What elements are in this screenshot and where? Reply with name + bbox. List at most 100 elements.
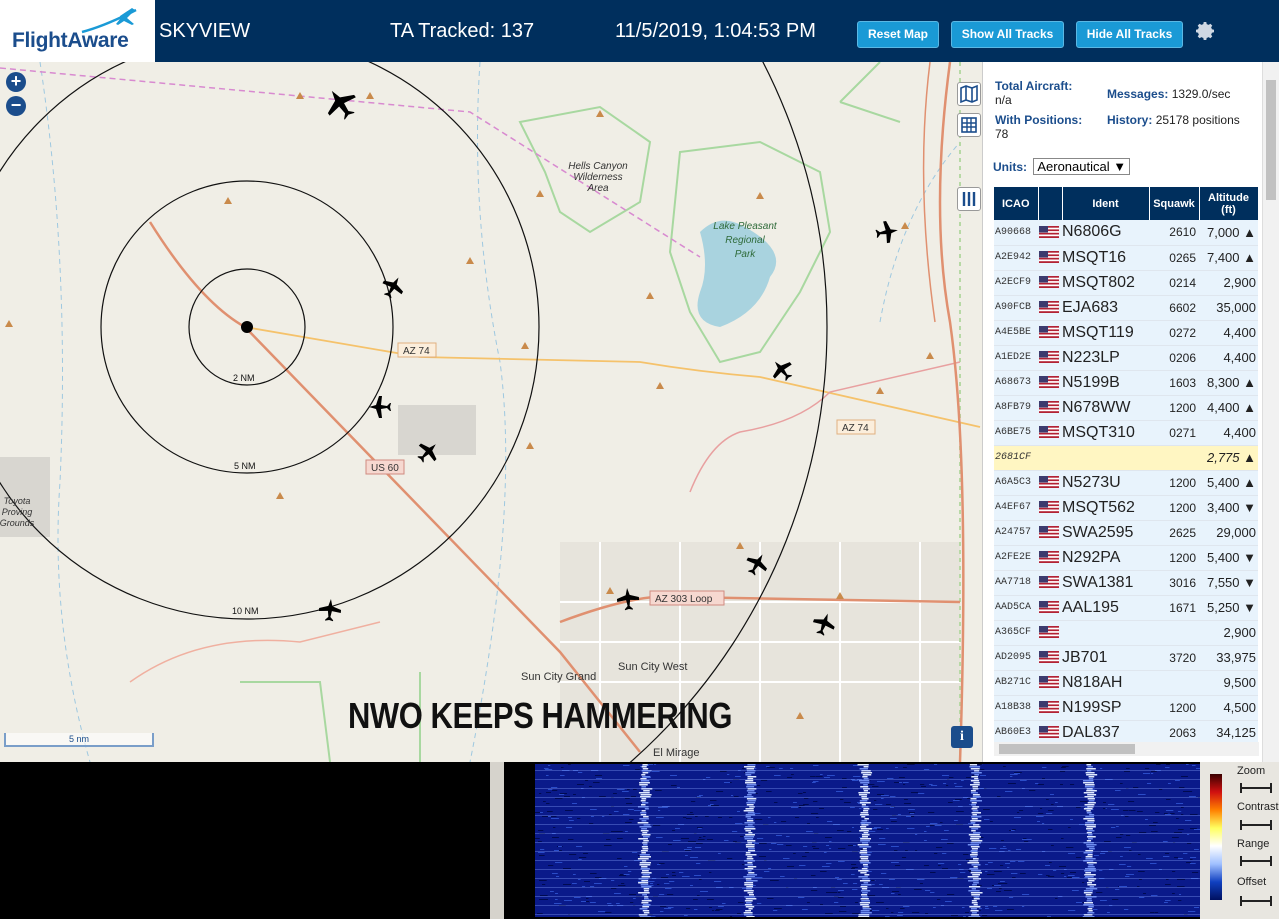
spectrogram-speck [825,837,832,838]
spectrogram-speck [816,817,819,818]
spectrogram-speck [768,817,771,818]
gear-icon[interactable] [1193,19,1217,43]
spectrogram-speck [947,843,954,844]
spectrogram-speck [1076,807,1081,808]
spectrogram-speck [1166,764,1170,765]
spectrogram-signal [747,818,754,820]
table-row[interactable]: A6BE75 MSQT310 0271 4,400 [994,420,1258,446]
spectrogram-signal [1083,808,1093,810]
scale-bar: 5 nm [4,733,154,747]
horizontal-scrollbar[interactable] [994,742,1259,756]
spectrogram-signal [970,768,980,770]
col-icao[interactable]: ICAO [994,187,1039,220]
altitude-cell: 7,400 ▲ [1199,245,1258,271]
table-row[interactable]: A68673 N5199B 1603 8,300 ▲ [994,370,1258,396]
map-layers-button[interactable] [957,82,981,106]
table-row[interactable]: A6A5C3 N5273U 1200 5,400 ▲ [994,470,1258,496]
show-all-tracks-button[interactable]: Show All Tracks [951,21,1064,48]
spectrogram-speck [953,800,960,801]
grid-button[interactable] [957,113,981,137]
spectrogram-signal [1089,848,1095,850]
spectrogram-speck [839,911,847,912]
spectrogram-speck [836,791,844,792]
spectrogram-speck [538,830,544,831]
table-row[interactable]: A90FCB EJA683 6602 35,000 [994,295,1258,321]
spectrogram-speck [1166,810,1174,811]
zoom-in-button[interactable]: + [6,72,26,92]
spectrogram-speck [1063,771,1066,772]
spectrogram-speck [729,817,733,818]
zoom-out-button[interactable]: − [6,96,26,116]
table-row[interactable]: A18B38 N199SP 1200 4,500 [994,695,1258,721]
table-row[interactable]: 2681CF 2,775 ▲ [994,445,1258,471]
range-slider[interactable] [1240,856,1272,866]
spectrogram-speck [672,872,676,873]
table-row[interactable]: A4E5BE MSQT119 0272 4,400 [994,320,1258,346]
contrast-slider[interactable] [1240,820,1272,830]
table-row[interactable]: A2FE2E N292PA 1200 5,400 ▼ [994,545,1258,571]
spectrogram-speck [1020,780,1027,781]
hide-all-tracks-button[interactable]: Hide All Tracks [1076,21,1183,48]
offset-slider[interactable] [1240,896,1272,906]
spectrogram-speck [852,913,860,914]
logo-text: FlightAware [12,29,129,52]
reset-map-button[interactable]: Reset Map [857,21,939,48]
spectrogram-speck [648,885,654,886]
col-ident[interactable]: Ident [1062,187,1150,220]
spectrogram-signal [747,812,755,814]
spectrogram-speck [1016,849,1022,850]
table-row[interactable]: A90668 N6806G 2610 7,000 ▲ [994,220,1258,246]
spectrogram-signal [1086,810,1091,812]
spectrogram-signal [1087,802,1096,804]
table-row[interactable]: A365CF 2,900 [994,620,1258,646]
spectrogram-speck [781,821,787,822]
table-row[interactable]: A8FB79 N678WW 1200 4,400 ▲ [994,395,1258,421]
waterfall-divider[interactable] [490,762,504,919]
spectrogram-speck [1124,909,1129,910]
spectrogram-speck [619,875,627,876]
spectrogram-speck [999,888,1002,889]
spectrogram-signal [643,844,648,846]
spectrogram-speck [851,868,856,869]
spectrogram-signal [641,852,646,854]
spectrogram-speck [1051,845,1054,846]
table-row[interactable]: AA7718 SWA1381 3016 7,550 ▼ [994,570,1258,596]
scroll-thumb[interactable] [999,744,1135,754]
table-row[interactable]: A2ECF9 MSQT802 0214 2,900 [994,270,1258,296]
col-flag[interactable] [1038,187,1063,220]
spectrogram-speck [979,908,982,909]
info-button[interactable]: i [951,726,973,748]
table-row[interactable]: AD2095 JB701 3720 33,975 [994,645,1258,671]
spectrogram-signal [644,808,649,810]
table-row[interactable]: AB271C N818AH 9,500 [994,670,1258,696]
spectrogram-speck [568,839,574,840]
spectrogram-signal [860,862,871,864]
spectrogram-speck [1072,890,1079,891]
table-row[interactable]: A4EF67 MSQT562 1200 3,400 ▼ [994,495,1258,521]
scroll-thumb[interactable] [1266,80,1276,200]
units-dropdown[interactable]: Aeronautical ▼ [1033,158,1131,175]
flightaware-logo[interactable]: FlightAware [0,0,155,62]
table-row[interactable]: A1ED2E N223LP 0206 4,400 [994,345,1258,371]
map-view[interactable]: 2 NM 5 NM 10 NM AZ 74 AZ 74 US 60 AZ 303… [0,62,982,762]
table-row[interactable]: AAD5CA AAL195 1671 5,250 ▼ [994,595,1258,621]
spectrogram-signal [860,910,870,912]
spectrogram-signal [971,776,979,778]
spectrogram-speck [768,868,772,869]
spectrogram-signal [641,820,647,822]
spectrogram-speck [1076,857,1082,858]
vertical-scrollbar[interactable] [1262,62,1279,762]
spectrogram-speck [824,852,827,853]
squawk-cell: 2625 [1149,520,1199,546]
spectrogram-speck [759,856,766,857]
col-squawk[interactable]: Squawk [1149,187,1200,220]
zoom-slider[interactable] [1240,783,1272,793]
spectrogram-signal [970,780,980,782]
spectrogram-signal [971,848,978,850]
with-positions-value: 78 [995,127,1009,141]
col-altitude[interactable]: Altitude (ft) [1199,187,1259,220]
table-row[interactable]: A24757 SWA2595 2625 29,000 [994,520,1258,546]
columns-button[interactable] [957,187,981,211]
spectrogram-speck [1138,871,1145,872]
table-row[interactable]: A2E942 MSQT16 0265 7,400 ▲ [994,245,1258,271]
